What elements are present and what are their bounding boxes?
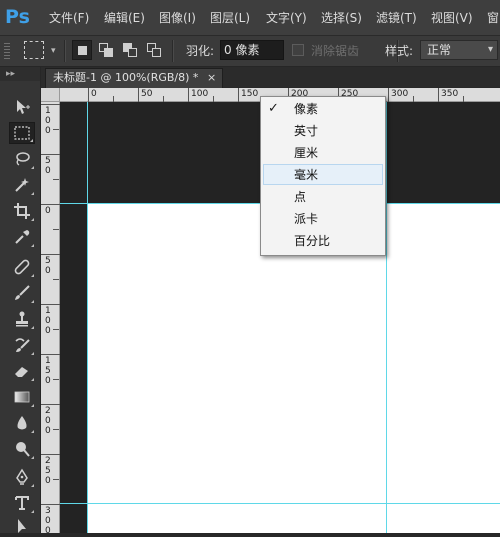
menu-item-pixels[interactable]	[263, 98, 383, 119]
menu-item-label[interactable]: 派卡	[294, 212, 318, 226]
ruler-label: 0	[45, 516, 51, 526]
dodge-icon[interactable]	[9, 438, 35, 460]
ruler-label: 0	[45, 206, 51, 216]
ruler-label: 100	[191, 89, 209, 99]
ruler-label: 3	[45, 506, 51, 516]
chevron-down-icon: ▾	[487, 44, 493, 55]
menu-select[interactable]: 选择(S)	[321, 10, 362, 26]
options-separator	[172, 40, 174, 62]
menu-item-picas[interactable]	[263, 208, 383, 229]
ruler-label: 1	[45, 106, 51, 116]
ruler-label: 350	[441, 89, 459, 99]
eraser-icon[interactable]	[9, 360, 35, 382]
magic-wand-icon[interactable]	[9, 174, 35, 196]
menu-file[interactable]: 文件(F)	[49, 10, 89, 26]
crop-icon[interactable]	[9, 200, 35, 222]
ruler-label: 5	[45, 366, 51, 376]
menu-filter[interactable]: 滤镜(T)	[376, 10, 417, 26]
tool-preset-picker[interactable]	[24, 41, 44, 59]
eyedropper-icon[interactable]	[9, 226, 35, 248]
menu-item-label[interactable]: 毫米	[294, 168, 318, 182]
menu-item-centimeters[interactable]	[263, 142, 383, 163]
menu-item-label[interactable]: 点	[294, 190, 306, 204]
ruler-origin[interactable]	[41, 88, 60, 102]
ruler-label: 0	[45, 116, 51, 126]
ruler-label: 2	[45, 456, 51, 466]
ruler-label: 0	[45, 266, 51, 276]
gradient-icon[interactable]	[9, 386, 35, 408]
ruler-label: 0	[45, 526, 51, 533]
menu-window[interactable]: 窗	[487, 10, 499, 26]
style-select[interactable]: 正常 ▾	[420, 40, 498, 60]
type-icon[interactable]	[9, 492, 35, 514]
menu-layer[interactable]: 图层(L)	[210, 10, 250, 26]
blur-icon[interactable]	[9, 412, 35, 434]
menu-item-label[interactable]: 像素	[294, 102, 318, 116]
new-selection-icon	[78, 46, 87, 55]
menu-edit[interactable]: 编辑(E)	[104, 10, 145, 26]
feather-label: 羽化:	[186, 44, 215, 58]
move-tool-icon[interactable]	[9, 96, 35, 118]
vertical-guide[interactable]	[87, 102, 88, 533]
style-select-value: 正常	[427, 43, 452, 57]
ruler-label: 1	[45, 306, 51, 316]
ruler-label: 0	[45, 316, 51, 326]
options-separator	[64, 40, 66, 62]
history-brush-icon[interactable]	[9, 334, 35, 356]
collapse-panel-icon[interactable]: ▸▸	[6, 69, 15, 79]
lasso-icon[interactable]	[9, 148, 35, 170]
ruler-label: 0	[91, 89, 97, 99]
ruler-label: 5	[45, 156, 51, 166]
ruler-label: 0	[45, 126, 51, 136]
menu-item-points[interactable]	[263, 186, 383, 207]
vertical-guide[interactable]	[386, 102, 387, 533]
menu-item-millimeters[interactable]	[263, 164, 383, 185]
subtract-from-selection-button[interactable]	[120, 40, 140, 60]
add-to-selection-button[interactable]	[96, 40, 116, 60]
ruler-label: 1	[45, 356, 51, 366]
ruler-label: 0	[45, 416, 51, 426]
tool-preset-chevron-icon[interactable]: ▾	[51, 46, 56, 56]
path-selection-icon[interactable]	[9, 515, 35, 537]
ruler-label: 50	[141, 89, 153, 99]
menu-view[interactable]: 视图(V)	[431, 10, 473, 26]
rectangular-marquee-icon[interactable]	[9, 122, 35, 144]
menu-item-inches[interactable]	[263, 120, 383, 141]
ruler-label: 0	[45, 426, 51, 436]
menu-item-label[interactable]: 英寸	[294, 124, 318, 138]
clone-stamp-icon[interactable]	[9, 308, 35, 330]
ruler-label: 2	[45, 406, 51, 416]
antialias-label: 消除锯齿	[311, 44, 360, 58]
ruler-label: 0	[45, 326, 51, 336]
new-selection-button[interactable]	[72, 40, 92, 60]
close-icon[interactable]: ×	[207, 71, 216, 85]
ruler-label: 0	[45, 376, 51, 386]
healing-brush-icon[interactable]	[9, 256, 35, 278]
pen-icon[interactable]	[9, 466, 35, 488]
ruler-label: 5	[45, 256, 51, 266]
options-bar-grip[interactable]	[4, 43, 10, 59]
intersect-selection-button[interactable]	[144, 40, 164, 60]
app-logo: Ps	[5, 6, 30, 28]
ruler-label: 300	[391, 89, 409, 99]
ruler-label: 0	[45, 166, 51, 176]
document-tab-title[interactable]: 未标题-1 @ 100%(RGB/8) *	[53, 71, 198, 85]
menu-image[interactable]: 图像(I)	[159, 10, 196, 26]
horizontal-guide[interactable]	[60, 503, 500, 504]
menu-item-label[interactable]: 百分比	[294, 234, 330, 248]
feather-input[interactable]: 0 像素	[220, 40, 284, 60]
ruler-label: 5	[45, 466, 51, 476]
ruler-label: 0	[45, 476, 51, 486]
antialias-checkbox[interactable]	[292, 44, 304, 56]
menu-type[interactable]: 文字(Y)	[266, 10, 307, 26]
ruler-label: 150	[241, 89, 259, 99]
style-label: 样式:	[385, 44, 414, 58]
brush-icon[interactable]	[9, 282, 35, 304]
menu-item-label[interactable]: 厘米	[294, 146, 318, 160]
